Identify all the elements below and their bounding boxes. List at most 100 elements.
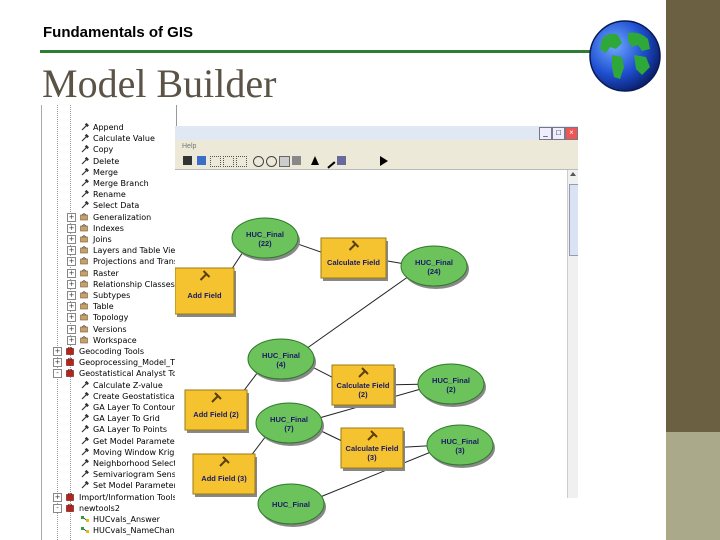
tree-guide-line	[70, 105, 72, 540]
toolbox-item-label: Raster	[93, 268, 119, 278]
vertical-scrollbar[interactable]	[567, 170, 578, 498]
menu-help[interactable]: Help	[182, 140, 196, 153]
node-sublabel: (22)	[258, 239, 272, 248]
toolset-icon	[80, 235, 88, 243]
node-label: Calculate Field	[346, 444, 399, 453]
process-node[interactable]: Add Field (2)	[184, 389, 249, 433]
hammer-icon	[81, 425, 89, 433]
zoom-in-icon[interactable]	[253, 156, 264, 167]
data-node[interactable]: HUC_Final(22)	[231, 217, 300, 261]
add-data-icon[interactable]	[183, 156, 192, 165]
data-node[interactable]: HUC_Final(7)	[255, 402, 324, 446]
expander-toggle[interactable]: +	[53, 492, 62, 502]
hammer-icon	[81, 190, 89, 198]
process-node[interactable]: Add Field (3)	[192, 453, 257, 497]
expander-toggle[interactable]: -	[53, 369, 62, 379]
zoom-out-icon[interactable]	[266, 156, 277, 167]
node-label: Add Field	[187, 291, 222, 300]
toolbox-item-label: Set Model Parameter	[93, 481, 177, 491]
toolbox-icon	[66, 346, 74, 355]
node-sublabel: (4)	[276, 360, 286, 369]
expander-toggle[interactable]: +	[67, 291, 76, 300]
node-label: HUC_Final	[441, 437, 479, 446]
toolbox-icon	[66, 503, 74, 512]
toolbox-item-label: newtools2	[79, 503, 120, 513]
auto-layout-icon[interactable]	[197, 156, 206, 165]
toolbox-item-label: Geostatistical Analyst Too	[79, 369, 182, 379]
hammer-icon	[81, 156, 89, 165]
data-node[interactable]: HUC_Final(24)	[400, 245, 469, 289]
minimize-button[interactable]: _	[539, 127, 552, 140]
model-diagram: HUC_Final(22)Calculate Field HUC_Final(24…	[174, 217, 495, 527]
scroll-up-arrow[interactable]	[570, 172, 576, 176]
close-button[interactable]: ×	[565, 127, 578, 140]
toolset-icon	[80, 257, 88, 265]
model-icon	[81, 515, 89, 523]
model-canvas[interactable]: HUC_Final (22) Calculate Field HUC_Final (24…	[174, 170, 567, 540]
expander-toggle[interactable]: +	[67, 335, 76, 345]
toolbox-item-label: Semivariogram Sens	[93, 470, 176, 480]
expander-toggle[interactable]: +	[53, 358, 62, 368]
toolbox-item-label: Get Model Parameter	[93, 436, 178, 446]
grid-icon[interactable]	[210, 156, 221, 167]
model-toolbar	[175, 153, 578, 170]
data-node[interactable]: HUC_Final(3)	[426, 424, 495, 468]
process-node[interactable]: Add Field	[174, 267, 236, 317]
fixed-zoom-icon[interactable]	[236, 156, 247, 167]
model-icon	[81, 526, 89, 534]
expander-toggle[interactable]: +	[67, 324, 76, 334]
arctoolbox-tree[interactable]: Append Calculate Value Copy Delete Merge Merg…	[41, 105, 189, 540]
toolbox-item-label: Geoprocessing_Model_T	[79, 358, 176, 368]
full-extent-icon[interactable]	[223, 156, 234, 167]
data-node[interactable]: HUC_Final	[257, 483, 326, 527]
expander-toggle[interactable]: +	[67, 268, 76, 278]
connect-icon[interactable]	[321, 154, 336, 169]
toolbox-item-label: Generalization	[93, 212, 152, 222]
toolset-icon	[80, 324, 88, 333]
data-node[interactable]: HUC_Final(2)	[417, 363, 486, 407]
hammer-icon	[81, 167, 89, 176]
run-icon[interactable]	[380, 156, 388, 166]
node-label: HUC_Final	[270, 415, 308, 424]
overview-icon[interactable]	[292, 156, 301, 165]
expander-toggle[interactable]: -	[53, 503, 62, 513]
process-node[interactable]: Calculate Field	[320, 237, 388, 281]
toolbox-icon	[66, 358, 74, 366]
toolbox-item-label: Relationship Classes	[93, 279, 175, 289]
expander-toggle[interactable]: +	[67, 279, 76, 289]
expander-toggle[interactable]: +	[53, 347, 62, 356]
hammer-icon	[81, 436, 89, 445]
node-label: HUC_Final	[415, 258, 453, 267]
expander-toggle[interactable]: +	[67, 223, 76, 233]
toolbox-item-label: Calculate Z-value	[93, 380, 163, 390]
select-pointer-icon[interactable]	[311, 156, 319, 165]
hammer-icon	[81, 391, 89, 400]
model-window: _ □ × Help HUC_Final (22) Calculate Field H…	[174, 126, 578, 540]
node-label: HUC_Final	[272, 500, 310, 509]
node-label: HUC_Final	[262, 351, 300, 360]
expander-toggle[interactable]: +	[67, 313, 76, 323]
expander-toggle[interactable]: +	[67, 257, 76, 267]
scroll-thumb[interactable]	[569, 184, 578, 256]
expander-toggle[interactable]: +	[67, 212, 76, 222]
validate-icon[interactable]	[337, 156, 346, 165]
toolset-icon	[80, 279, 88, 288]
pan-icon[interactable]	[279, 156, 290, 167]
process-node[interactable]: Calculate Field(2)	[331, 364, 396, 408]
maximize-button[interactable]: □	[552, 127, 565, 140]
connector-arrow	[302, 273, 413, 352]
node-label: HUC_Final	[432, 376, 470, 385]
expander-toggle[interactable]: +	[67, 302, 76, 312]
slide-title: Model Builder	[42, 61, 277, 106]
toolbox-item-label: Table	[93, 302, 114, 312]
window-titlebar[interactable]: _ □ ×	[175, 126, 578, 140]
process-node[interactable]: Calculate Field(3)	[340, 427, 405, 471]
expander-toggle[interactable]: +	[67, 246, 76, 256]
toolset-icon	[80, 302, 88, 310]
data-node[interactable]: HUC_Final(4)	[247, 338, 316, 382]
expander-toggle[interactable]: +	[67, 235, 76, 244]
toolbox-item-label: Moving Window Kriging	[93, 447, 187, 457]
screenshot: Append Calculate Value Copy Delete Merge Merg…	[41, 105, 578, 540]
toolbox-item-label: GA Layer To Points	[93, 425, 168, 435]
toolset-icon	[80, 246, 88, 254]
